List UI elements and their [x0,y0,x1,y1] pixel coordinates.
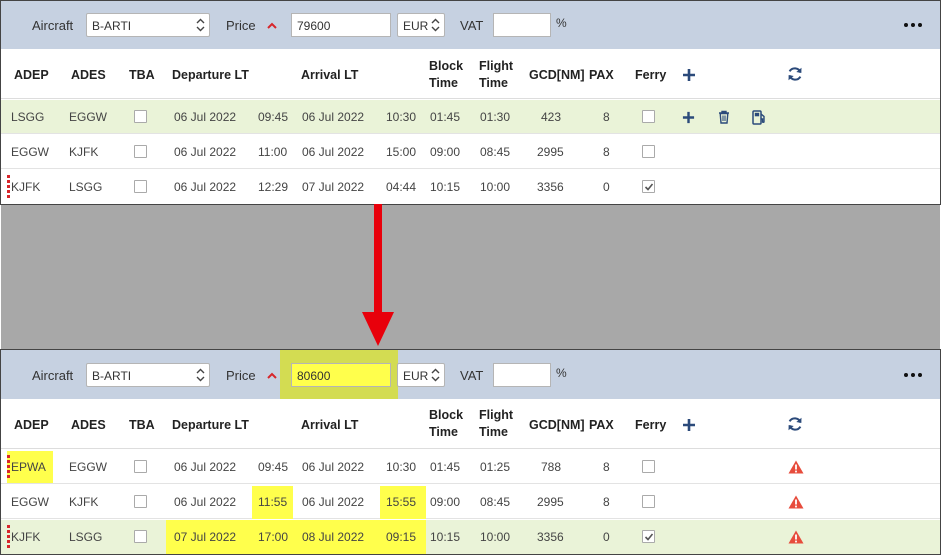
col-arrival: Arrival LT [301,418,359,432]
price-label: Price [226,368,256,383]
gap-area [1,205,940,350]
col-arrival: Arrival LT [301,68,359,82]
aircraft-label: Aircraft [32,18,74,33]
aircraft-label: Aircraft [32,368,74,383]
updown-chevron-icon [431,18,440,32]
ferry-checkbox[interactable] [642,460,655,473]
col-adep: ADEP [14,418,49,432]
col-ades: ADES [71,418,106,432]
col-ades: ADES [71,68,106,82]
checkmark-icon [644,533,654,541]
ferry-checkbox[interactable] [642,180,655,193]
tba-checkbox[interactable] [134,110,147,123]
bottom-toolbar: Aircraft B-ARTI Price 80600 EUR VAT % [1,350,940,399]
tba-checkbox[interactable] [134,460,147,473]
table-row[interactable]: LSGG EGGW 06 Jul 2022 09:45 06 Jul 2022 … [1,100,940,134]
trash-icon[interactable] [718,110,730,124]
tba-checkbox[interactable] [134,495,147,508]
col-tba: TBA [129,68,155,82]
warning-icon[interactable] [788,460,804,474]
updown-chevron-icon [196,368,205,382]
col-departure: Departure LT [172,68,249,82]
tba-checkbox[interactable] [134,530,147,543]
table-row[interactable]: EPWA EGGW 06 Jul 2022 09:45 06 Jul 2022 … [1,450,940,484]
aircraft-select[interactable]: B-ARTI [86,363,210,387]
plus-icon[interactable] [682,68,696,82]
top-toolbar: Aircraft B-ARTI Price 79600 EUR VAT % [1,1,940,49]
vat-input[interactable] [493,13,551,37]
col-flight-time: Flight Time [479,408,514,439]
more-dots-icon[interactable] [904,23,922,27]
aircraft-value: B-ARTI [92,369,132,383]
vat-label: VAT [460,18,484,33]
updown-chevron-icon [431,368,440,382]
plus-icon[interactable] [682,111,695,124]
refresh-icon[interactable] [787,416,803,432]
col-tba: TBA [129,418,155,432]
top-panel: Aircraft B-ARTI Price 79600 EUR VAT % AD… [0,0,941,205]
bottom-panel: Aircraft B-ARTI Price 80600 EUR VAT % AD… [0,349,941,555]
vat-input[interactable] [493,363,551,387]
price-label: Price [226,18,256,33]
caret-up-icon[interactable] [266,371,278,379]
vat-percent: % [556,16,567,30]
table-row[interactable]: EGGW KJFK 06 Jul 2022 11:55 06 Jul 2022 … [1,485,940,519]
updown-chevron-icon [196,18,205,32]
col-pax: PAX [589,418,614,432]
error-marker-icon [7,175,10,199]
currency-select[interactable]: EUR [397,13,445,37]
col-gcd: GCD[NM] [529,418,585,432]
currency-select[interactable]: EUR [397,363,445,387]
more-dots-icon[interactable] [904,373,922,377]
col-pax: PAX [589,68,614,82]
plus-icon[interactable] [682,418,696,432]
tba-checkbox[interactable] [134,180,147,193]
vat-percent: % [556,366,567,380]
error-marker-icon [7,455,10,479]
col-departure: Departure LT [172,418,249,432]
refresh-icon[interactable] [787,66,803,82]
error-marker-icon [7,525,10,549]
top-table-header: ADEP ADES TBA Departure LT Arrival LT Bl… [1,49,940,99]
ferry-checkbox[interactable] [642,530,655,543]
ferry-checkbox[interactable] [642,495,655,508]
warning-icon[interactable] [788,530,804,544]
checkmark-icon [644,183,654,191]
col-gcd: GCD[NM] [529,68,585,82]
bottom-table-header: ADEP ADES TBA Departure LT Arrival LT Bl… [1,399,940,449]
col-ferry: Ferry [635,418,667,432]
aircraft-select[interactable]: B-ARTI [86,13,210,37]
ferry-checkbox[interactable] [642,110,655,123]
vat-label: VAT [460,368,484,383]
price-input[interactable]: 79600 [291,13,391,37]
aircraft-value: B-ARTI [92,19,132,33]
warning-icon[interactable] [788,495,804,509]
tba-checkbox[interactable] [134,145,147,158]
caret-up-icon[interactable] [266,21,278,29]
col-adep: ADEP [14,68,49,82]
col-block-time: Block Time [429,408,464,439]
price-input[interactable]: 80600 [291,363,391,387]
col-ferry: Ferry [635,68,667,82]
col-block-time: Block Time [429,59,464,90]
col-flight-time: Flight Time [479,59,514,90]
ferry-checkbox[interactable] [642,145,655,158]
table-row[interactable]: EGGW KJFK 06 Jul 2022 11:00 06 Jul 2022 … [1,135,940,169]
table-row[interactable]: KJFK LSGG 07 Jul 2022 17:00 08 Jul 2022 … [1,520,940,554]
red-down-arrow-icon [362,204,394,346]
table-row[interactable]: KJFK LSGG 06 Jul 2022 12:29 07 Jul 2022 … [1,170,940,204]
fuel-pump-icon[interactable] [752,110,766,125]
